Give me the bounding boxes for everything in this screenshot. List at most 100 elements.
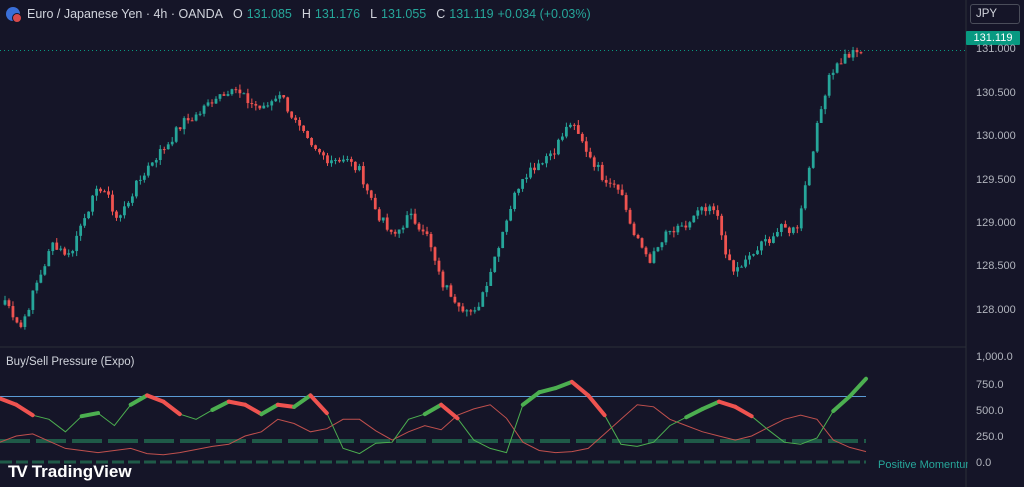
candle-body (23, 316, 27, 327)
symbol-title[interactable]: Euro / Japanese Yen · 4h · OANDA (27, 7, 223, 21)
candle-body (39, 274, 43, 283)
currency-selector[interactable]: JPY (970, 4, 1020, 24)
candle-body (644, 247, 648, 255)
buy-pressure-line-emphasis (275, 402, 297, 409)
candle-body (182, 118, 186, 130)
candle-body (576, 125, 580, 134)
candle-body (505, 220, 509, 232)
candle-body (608, 182, 612, 184)
candle-body (222, 94, 226, 96)
candle-body (549, 153, 552, 157)
buy-pressure-line-emphasis (569, 379, 591, 398)
candle-body (15, 317, 19, 323)
candle-body (79, 225, 83, 236)
candle-body (198, 113, 202, 115)
candle-body (91, 195, 94, 212)
candle-body (226, 94, 230, 96)
candle-body (131, 196, 134, 203)
tradingview-logo-text: TradingView (31, 462, 132, 481)
candle-body (815, 122, 819, 152)
candle-body (724, 235, 728, 255)
candle-body (250, 103, 254, 105)
buy-pressure-line-emphasis (79, 411, 101, 419)
candle-body (620, 189, 624, 196)
candle-body (365, 184, 369, 191)
price-tick: 131.000 (976, 43, 1016, 55)
candle-body (692, 215, 696, 223)
candle-body (401, 227, 405, 230)
candle-body (592, 157, 596, 167)
candle-body (648, 254, 652, 263)
candle-body (421, 229, 425, 232)
price-tick: 130.000 (976, 130, 1016, 142)
candle-body (338, 159, 341, 162)
candle-body (851, 49, 855, 58)
candle-body (353, 161, 357, 171)
sell-pressure-line (0, 404, 867, 456)
candle-body (99, 188, 102, 192)
candle-body (600, 164, 604, 180)
buy-pressure-line-emphasis (259, 402, 280, 417)
candle-body (843, 53, 847, 64)
buy-pressure-line-emphasis (439, 402, 460, 421)
candle-body (115, 211, 118, 218)
buy-pressure-line-emphasis (537, 386, 558, 395)
buy-pressure-line-emphasis (553, 379, 574, 391)
candle-body (322, 152, 325, 156)
candle-body (314, 145, 317, 149)
candle-body (298, 120, 302, 126)
candle-body (732, 260, 735, 272)
candle-body (497, 248, 501, 257)
candle-body (282, 95, 286, 98)
candle-body (521, 179, 524, 189)
candle-body (568, 124, 572, 127)
buy-pressure-line-emphasis (684, 406, 705, 420)
indicator-title[interactable]: Buy/Sell Pressure (Expo) (6, 356, 134, 368)
candle-body (580, 133, 584, 142)
candle-body (83, 218, 87, 226)
candle-body (87, 211, 90, 219)
candle-body (791, 227, 795, 233)
candle-body (63, 248, 67, 255)
candle-body (67, 253, 71, 255)
candle-body (453, 296, 457, 303)
candle-body (254, 104, 258, 106)
candle-body (425, 231, 429, 235)
candle-body (604, 179, 608, 183)
candle-body (656, 247, 660, 252)
candle-body (11, 306, 15, 318)
high-value: 131.176 (314, 7, 361, 21)
candle-body (107, 191, 110, 195)
candle-body (59, 248, 63, 250)
candle-body (286, 97, 290, 112)
candle-body (744, 259, 747, 267)
candle-body (517, 188, 520, 193)
candle-body (234, 89, 238, 91)
price-tick: 129.500 (976, 174, 1016, 186)
candle-body (258, 105, 262, 109)
chart-canvas[interactable] (0, 0, 1024, 487)
candle-body (409, 213, 413, 216)
chart-window: Euro / Japanese Yen · 4h · OANDA O 131.08… (0, 0, 1024, 487)
candle-body (318, 148, 321, 153)
candle-body (835, 63, 839, 73)
candle-body (330, 160, 333, 164)
candle-body (75, 235, 79, 252)
candle-body (393, 231, 397, 234)
candle-body (676, 225, 680, 233)
indicator-tick: 0.0 (976, 457, 992, 469)
candle-body (533, 167, 536, 171)
candle-body (186, 118, 190, 121)
candle-body (150, 162, 154, 166)
candle-body (43, 266, 47, 275)
candle-body (640, 238, 644, 248)
indicator-tick: 500.0 (976, 405, 1004, 417)
candle-body (162, 149, 166, 151)
indicator-tick: 250.0 (976, 431, 1004, 443)
candle-body (397, 229, 401, 234)
candle-body (807, 167, 811, 186)
price-tick: 128.000 (976, 304, 1016, 316)
candle-body (684, 225, 688, 228)
candle-body (803, 185, 807, 209)
candle-body (485, 285, 489, 293)
